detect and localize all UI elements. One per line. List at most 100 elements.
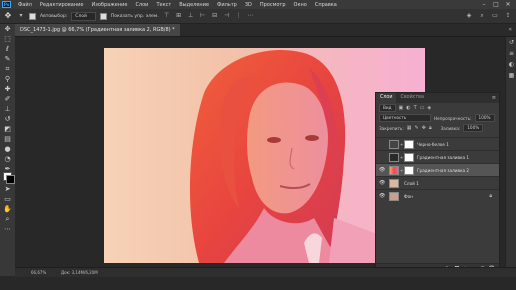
mask-thumbnail <box>404 153 414 162</box>
align-top-icon[interactable]: ⊤ <box>163 12 171 20</box>
filter-pixel-icon[interactable]: ▣ <box>399 105 404 111</box>
lock-transparency-icon[interactable]: ▦ <box>407 125 412 131</box>
more-tools-icon[interactable]: ⋯ <box>0 224 15 234</box>
opacity-field[interactable]: 100% <box>474 114 495 122</box>
zoom-tool-icon[interactable]: ⌕ <box>0 214 15 224</box>
menu-file[interactable]: Файл <box>14 2 36 8</box>
history-brush-tool-icon[interactable]: ↺ <box>0 114 15 124</box>
autoselect-checkbox[interactable] <box>29 12 36 20</box>
lock-label: Закрепить: <box>379 125 404 131</box>
healing-brush-tool-icon[interactable]: ✚ <box>0 84 15 94</box>
filter-adjustment-icon[interactable]: ◐ <box>406 105 410 111</box>
minimize-button[interactable]: – <box>478 0 490 9</box>
gradient-tool-icon[interactable]: ▤ <box>0 134 15 144</box>
hand-tool-icon[interactable]: ✋ <box>0 204 15 214</box>
menu-filter[interactable]: Фильтр <box>213 2 241 8</box>
menu-3d[interactable]: 3D <box>241 2 256 8</box>
shape-tool-icon[interactable]: ▭ <box>0 194 15 204</box>
layer-filter-dropdown[interactable]: Вид <box>379 104 396 112</box>
blend-row: Цветность Непрозрачность: 100% <box>376 113 499 123</box>
3d-mode-icon[interactable]: ◈ <box>465 12 473 20</box>
menu-window[interactable]: Окно <box>290 2 311 8</box>
blend-mode-dropdown[interactable]: Цветность <box>379 114 431 122</box>
menu-help[interactable]: Справка <box>311 2 341 8</box>
crop-tool-icon[interactable]: ⌗ <box>0 64 15 74</box>
more-options-icon[interactable]: ⋯ <box>247 12 255 20</box>
show-controls-label: Показать упр. элем. <box>110 13 159 19</box>
tab-properties[interactable]: Свойства <box>396 93 427 103</box>
menu-select[interactable]: Выделение <box>175 2 213 8</box>
filter-type-icon[interactable]: T <box>414 105 417 111</box>
eraser-tool-icon[interactable]: ◩ <box>0 124 15 134</box>
eye-icon[interactable]: 👁︎ <box>379 167 385 174</box>
panel-menu-icon[interactable]: ≡ <box>492 93 496 103</box>
tab-layers[interactable]: Слои <box>376 93 397 103</box>
properties-panel-icon[interactable]: ≡ <box>506 48 516 59</box>
layer-name: Фон <box>404 194 413 199</box>
zoom-level[interactable]: 66,67% <box>31 268 46 277</box>
adjustment-thumbnail <box>389 140 399 149</box>
maximize-button[interactable]: □ <box>490 0 502 9</box>
swatches-panel-icon[interactable]: ▦ <box>506 70 516 81</box>
show-controls-checkbox[interactable] <box>99 12 107 20</box>
dodge-tool-icon[interactable]: ◔ <box>0 154 15 164</box>
blur-tool-icon[interactable]: ● <box>0 144 15 154</box>
layer-gradient-fill-1[interactable]: ⚭ Градиентная заливка 1 <box>376 150 499 164</box>
eye-icon[interactable]: 👁︎ <box>379 180 385 187</box>
move-tool-icon[interactable]: ✥ <box>0 24 15 34</box>
quick-select-tool-icon[interactable]: ✎ <box>0 54 15 64</box>
align-middle-icon[interactable]: ⊞ <box>175 12 183 20</box>
gradient-thumbnail <box>389 153 399 162</box>
lock-row: Закрепить: ▦ ✎ ✥ 🔒︎ Заливка: 100% <box>376 123 499 133</box>
layer-gradient-fill-2[interactable]: 👁︎ ⚭ Градиентная заливка 2 <box>376 163 499 177</box>
mask-thumbnail <box>404 140 414 149</box>
path-select-tool-icon[interactable]: ➤ <box>0 184 15 194</box>
align-center-icon[interactable]: ⊟ <box>211 12 219 20</box>
brush-tool-icon[interactable]: ✐ <box>0 94 15 104</box>
history-panel-icon[interactable]: ↺ <box>506 37 516 48</box>
document-tab[interactable]: DSC_1473-1.jpg @ 66,7% (Градиентная зали… <box>15 24 180 36</box>
filter-shape-icon[interactable]: ▭ <box>420 105 425 111</box>
menu-image[interactable]: Изображение <box>87 2 131 8</box>
menu-view[interactable]: Просмотр <box>256 2 290 8</box>
share-icon[interactable]: ⇪ <box>504 12 512 20</box>
lock-position-icon[interactable]: ✥ <box>422 125 426 131</box>
adjustments-panel-icon[interactable]: ◐ <box>506 59 516 70</box>
menu-layers[interactable]: Слои <box>131 2 152 8</box>
align-right-icon[interactable]: ⊣ <box>223 12 231 20</box>
collapse-panels-icon[interactable]: « <box>508 24 512 36</box>
workspace-icon[interactable]: ▭ <box>491 12 499 20</box>
layers-panel: Слои Свойства ≡ Вид ▣ ◐ T ▭ ◈ Цветность … <box>375 92 500 274</box>
marquee-tool-icon[interactable]: ⬚ <box>0 34 15 44</box>
link-icon: ⚭ <box>400 142 404 147</box>
menu-type[interactable]: Текст <box>152 2 175 8</box>
distribute-icon[interactable]: ⋮ <box>235 12 243 20</box>
lock-all-icon[interactable]: 🔒︎ <box>429 125 432 131</box>
window-controls: – □ ✕ <box>478 0 514 9</box>
search-icon[interactable]: ⌕ <box>478 12 486 20</box>
lock-pixels-icon[interactable]: ✎ <box>415 125 419 131</box>
stamp-tool-icon[interactable]: ⊥ <box>0 104 15 114</box>
move-tool-icon[interactable]: ✥ <box>3 11 13 21</box>
layer-thumbnail <box>389 192 399 201</box>
align-bottom-icon[interactable]: ⊥ <box>187 12 195 20</box>
align-left-icon[interactable]: ⊢ <box>199 12 207 20</box>
layer-1[interactable]: 👁︎ Слой 1 <box>376 176 499 190</box>
layer-thumbnail <box>389 179 399 188</box>
fill-field[interactable]: 100% <box>463 124 484 132</box>
background-color-swatch[interactable] <box>6 175 15 184</box>
lasso-tool-icon[interactable]: ℓ <box>0 44 15 54</box>
options-bar: ✥ ▾ Автовыбор: Слой Показать упр. элем. … <box>0 9 516 24</box>
eyedropper-tool-icon[interactable]: ⚲ <box>0 74 15 84</box>
layer-background[interactable]: 👁︎ Фон 🔒︎ <box>376 189 499 203</box>
status-bar: 66,67% Док: 3,14M/6,20M <box>15 267 516 277</box>
eye-icon[interactable]: 👁︎ <box>379 193 385 200</box>
close-button[interactable]: ✕ <box>502 0 514 9</box>
link-icon: ⚭ <box>400 168 404 173</box>
autoselect-dropdown[interactable]: Слой <box>71 11 96 21</box>
chevron-down-icon[interactable]: ▾ <box>17 12 25 20</box>
layer-black-white[interactable]: ⚭ Черно-белое 1 <box>376 137 499 151</box>
layer-filter-row: Вид ▣ ◐ T ▭ ◈ <box>376 103 499 113</box>
menu-edit[interactable]: Редактирование <box>36 2 88 8</box>
filter-smart-icon[interactable]: ◈ <box>427 105 431 111</box>
